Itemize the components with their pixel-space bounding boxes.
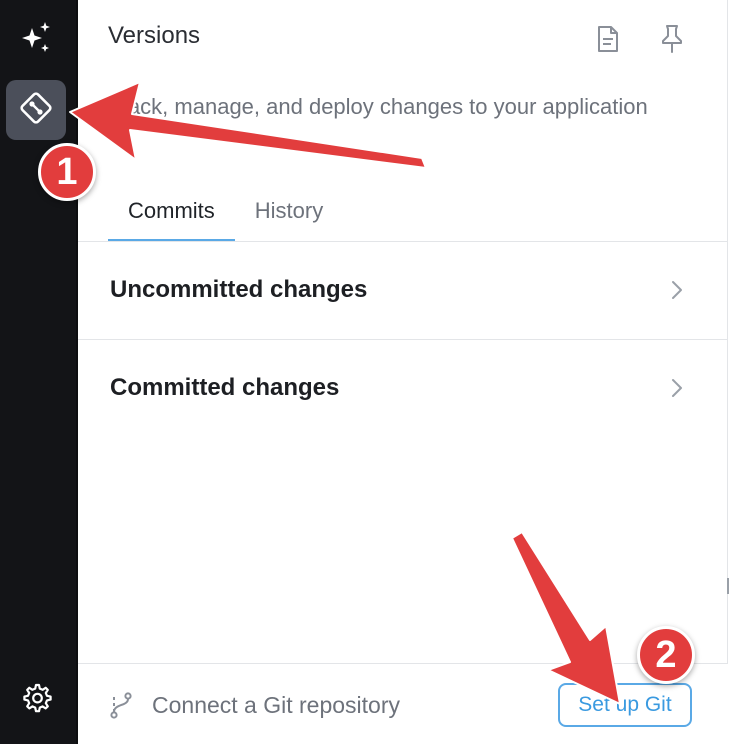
- panel-footer: Connect a Git repository Set up Git: [78, 663, 728, 744]
- chevron-right-icon: [672, 379, 682, 397]
- tab-bar: Commits History: [108, 186, 343, 242]
- row-label: Uncommitted changes: [110, 276, 368, 303]
- panel-title: Versions: [108, 22, 201, 49]
- chevron-right-icon: [672, 281, 682, 299]
- app-window: Versions Track, manage, and deploy chang…: [0, 0, 730, 744]
- versions-rail-button[interactable]: [6, 80, 66, 140]
- uncommitted-changes-row[interactable]: Uncommitted changes: [78, 242, 728, 340]
- set-up-git-button[interactable]: Set up Git: [558, 683, 692, 727]
- activity-rail: [0, 0, 76, 744]
- git-branch-icon: [110, 692, 132, 719]
- annotation-badge-1: 1: [38, 143, 96, 201]
- row-label: Committed changes: [110, 374, 340, 401]
- pin-button[interactable]: [655, 24, 689, 58]
- gear-icon: [18, 680, 54, 721]
- annotation-badge-2: 2: [637, 626, 695, 684]
- committed-changes-row[interactable]: Committed changes: [78, 340, 728, 437]
- ai-assistant-button[interactable]: [6, 10, 66, 70]
- tab-commits[interactable]: Commits: [108, 186, 235, 242]
- git-versions-icon: [17, 89, 55, 132]
- pin-icon: [658, 23, 686, 60]
- scrollbar-thumb[interactable]: [727, 578, 729, 594]
- settings-button[interactable]: [6, 670, 66, 730]
- panel-description: Track, manage, and deploy changes to you…: [108, 94, 648, 119]
- panel-right-border: [727, 0, 728, 664]
- connect-git-label: Connect a Git repository: [152, 692, 401, 718]
- versions-panel: Versions Track, manage, and deploy chang…: [78, 0, 728, 744]
- docs-button[interactable]: [591, 24, 625, 58]
- sparkle-icon: [18, 20, 54, 61]
- document-icon: [595, 24, 621, 59]
- tab-history[interactable]: History: [235, 186, 343, 242]
